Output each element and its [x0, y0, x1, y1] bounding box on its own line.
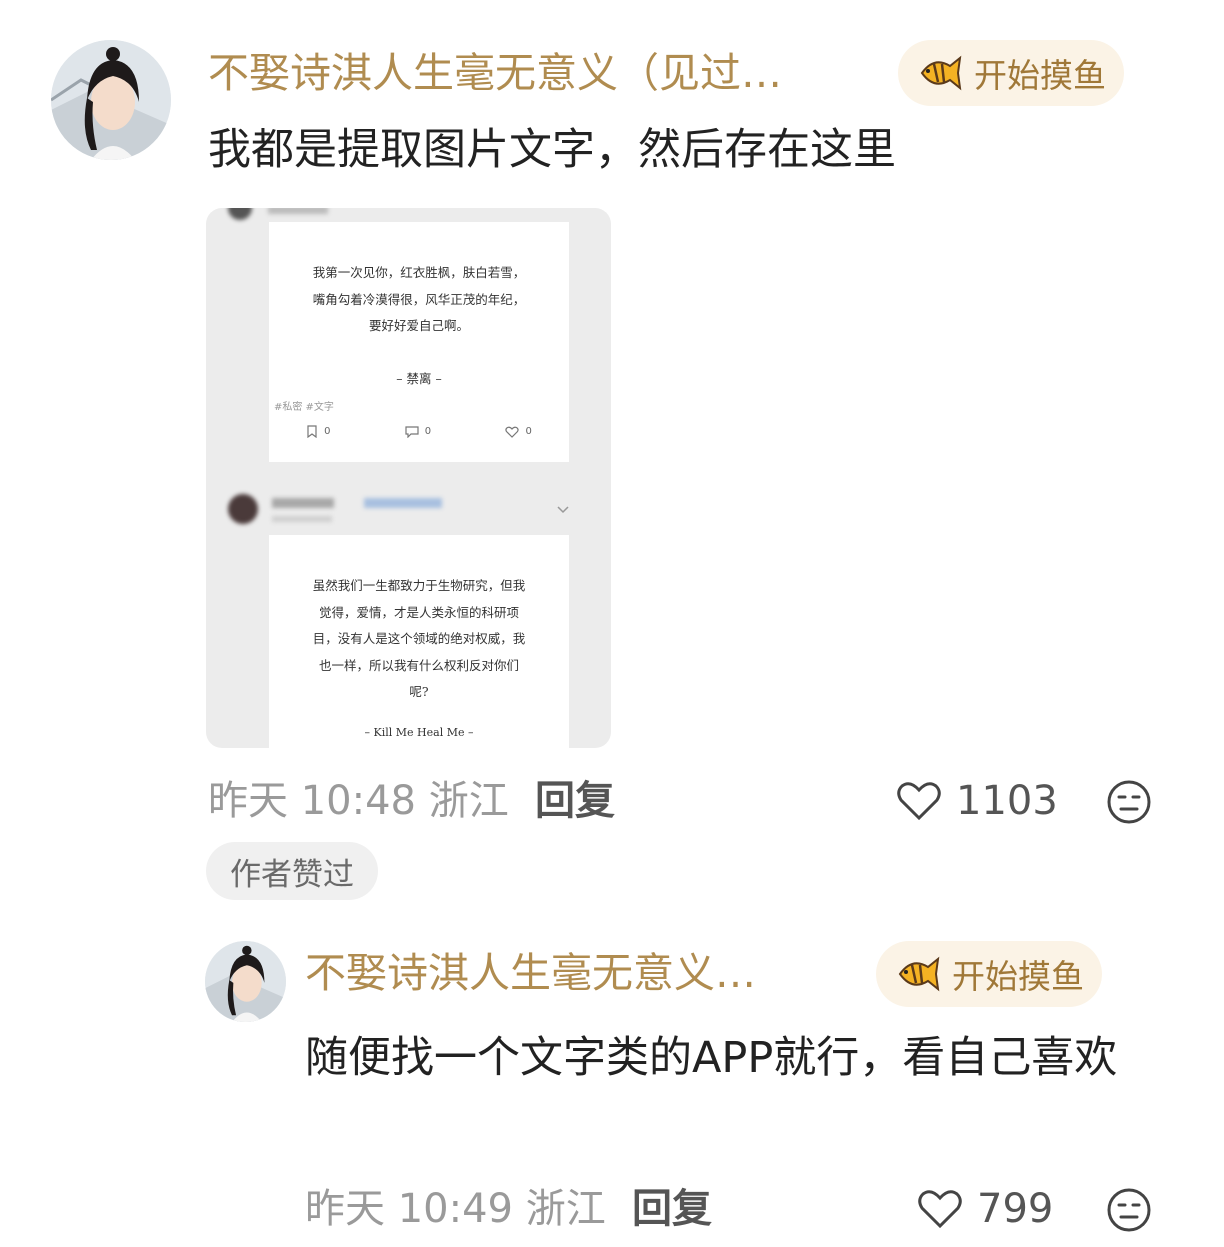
location: 浙江	[428, 778, 509, 824]
like-count: 1103	[956, 778, 1058, 824]
quote-signature: – Kill Me Heal Me –	[364, 725, 474, 739]
attached-image[interactable]: 我第一次见你，红衣胜枫，肤白若雪， 嘴角勾着冷漠得很，风华正茂的年纪， 要好好爱…	[206, 208, 611, 748]
timestamp: 昨天 10:49 浙江	[305, 1186, 606, 1232]
blurred-name	[272, 498, 334, 508]
like-button[interactable]: 799	[917, 1182, 1053, 1236]
fish-icon	[898, 956, 940, 992]
blurred-name	[268, 208, 328, 214]
comment-stat[interactable]: 0	[405, 425, 431, 438]
neutral-face-icon[interactable]	[1106, 1187, 1152, 1233]
location: 浙江	[525, 1186, 606, 1232]
neutral-face-icon[interactable]	[1106, 779, 1152, 825]
blurred-date	[272, 516, 332, 522]
heart-icon	[505, 426, 520, 438]
badge-label: 开始摸鱼	[974, 56, 1106, 95]
quote-card: 虽然我们一生都致力于生物研究，但我 觉得，爱情，才是人类永恒的科研项 目，没有人…	[269, 535, 569, 748]
reply-button[interactable]: 回复	[535, 774, 615, 828]
quote-signature: – 禁离 –	[396, 370, 442, 386]
save-stat[interactable]: 0	[306, 425, 331, 438]
comment-text: 我都是提取图片文字，然后存在这里	[208, 125, 896, 175]
heart-icon	[897, 782, 941, 821]
avatar[interactable]	[205, 941, 286, 1022]
fish-icon	[920, 55, 962, 91]
comment-icon	[405, 425, 419, 438]
username[interactable]: 不娶诗淇人生毫无意义（见过…	[208, 46, 868, 100]
comment-text: 随便找一个文字类的APP就行，看自己喜欢	[305, 1033, 1118, 1083]
card-stats: 0 0 0	[269, 425, 569, 438]
fish-badge[interactable]: 开始摸鱼	[876, 941, 1102, 1007]
reply-button[interactable]: 回复	[632, 1182, 712, 1236]
chevron-down-icon	[557, 506, 569, 514]
badge-label: 开始摸鱼	[952, 957, 1084, 996]
blurred-avatar	[228, 494, 258, 524]
like-stat[interactable]: 0	[505, 425, 532, 438]
heart-icon	[918, 1190, 962, 1229]
like-count: 799	[977, 1186, 1054, 1232]
fish-badge[interactable]: 开始摸鱼	[898, 40, 1124, 106]
like-button[interactable]: 1103	[896, 774, 1058, 828]
blurred-header	[228, 208, 252, 220]
blurred-tag	[364, 498, 442, 508]
tags: #私密 #文字	[274, 402, 334, 413]
quote-text: 我第一次见你，红衣胜枫，肤白若雪， 嘴角勾着冷漠得很，风华正茂的年纪， 要好好爱…	[312, 265, 526, 333]
quote-card: 我第一次见你，红衣胜枫，肤白若雪， 嘴角勾着冷漠得很，风华正茂的年纪， 要好好爱…	[269, 222, 569, 462]
quote-text: 虽然我们一生都致力于生物研究，但我 觉得，爱情，才是人类永恒的科研项 目，没有人…	[312, 578, 526, 699]
avatar[interactable]	[51, 40, 171, 160]
author-liked-tag: 作者赞过	[206, 842, 378, 900]
timestamp: 昨天 10:48 浙江	[208, 778, 509, 824]
username[interactable]: 不娶诗淇人生毫无意义…	[305, 946, 825, 1000]
bookmark-icon	[307, 425, 317, 438]
